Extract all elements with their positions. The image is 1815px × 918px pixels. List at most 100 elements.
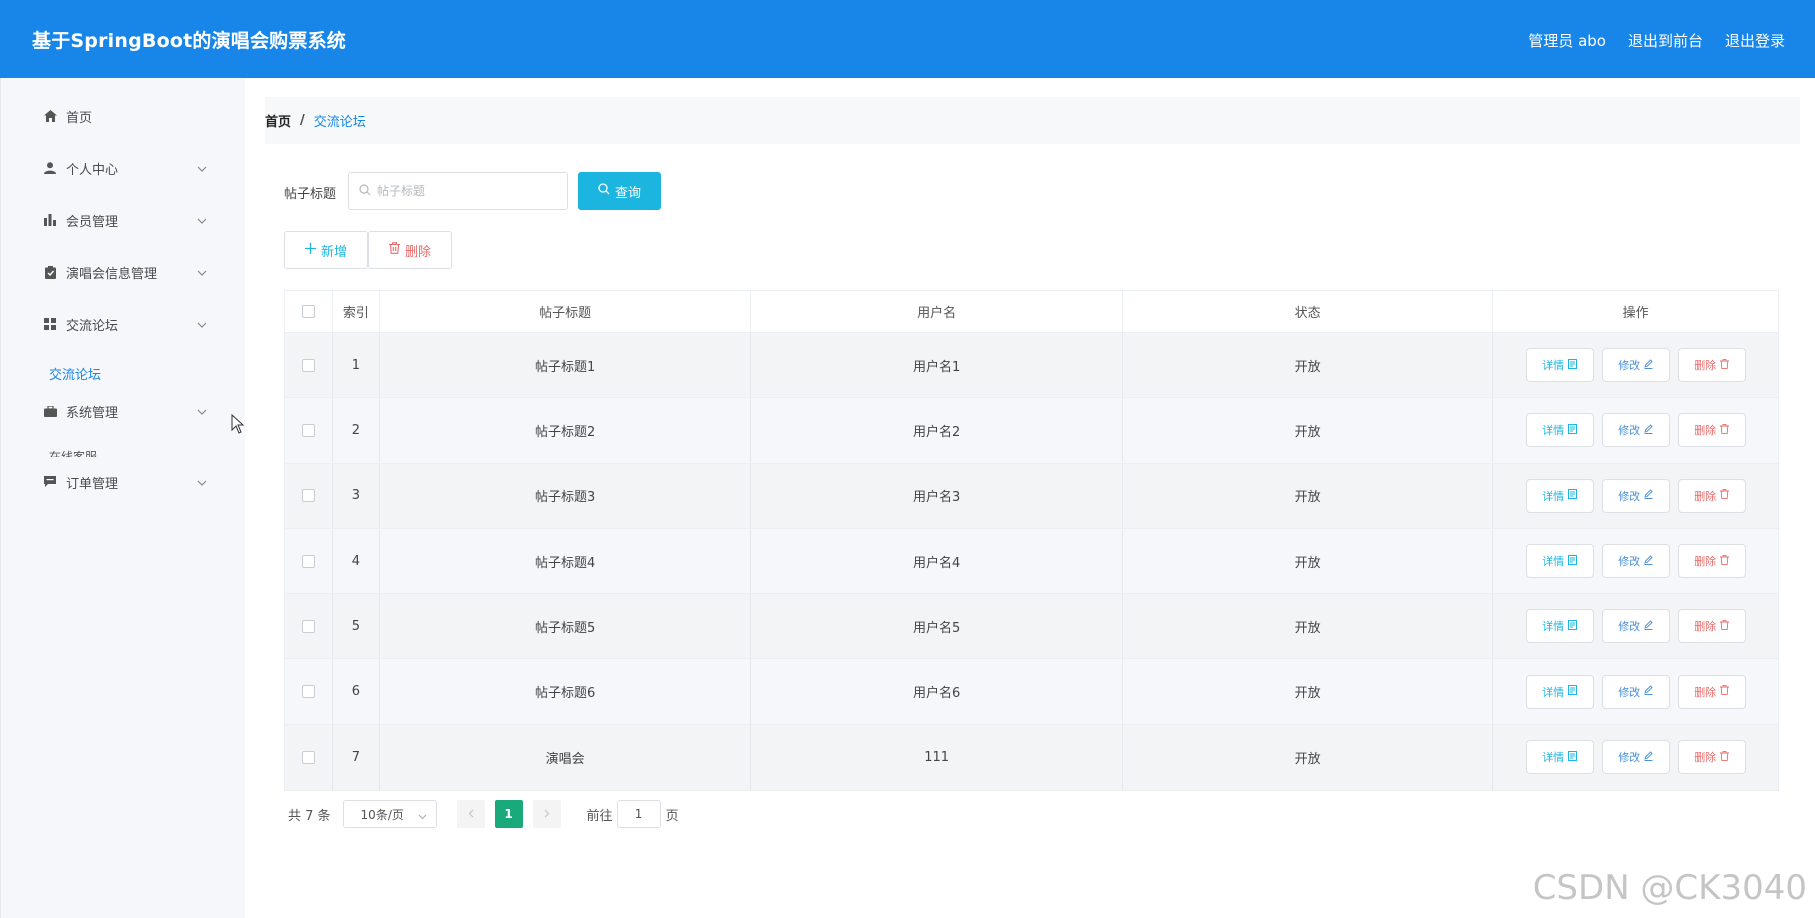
row-title: 帖子标题5 [380,594,752,659]
row-title: 帖子标题1 [380,333,752,398]
row-checkbox[interactable] [301,685,315,699]
row-username: 用户名5 [751,594,1123,659]
header-title: 帖子标题 [380,291,752,332]
sidebar-item-label: 交流论坛 [66,318,119,334]
pencil-icon [1644,685,1653,698]
delete-button-label: 删除 [1694,555,1717,569]
row-index: 6 [333,659,380,724]
page-number-current[interactable]: 1 [494,800,523,828]
document-icon [1568,554,1578,568]
breadcrumb-home[interactable]: 首页 [265,111,291,130]
delete-button[interactable]: 删除 [1677,348,1746,383]
next-page-button[interactable] [532,800,561,828]
chevron-down-icon [197,317,207,332]
sidebar-item-home[interactable]: 首页 [1,98,246,134]
trash-icon [1720,424,1730,437]
add-button[interactable]: 新增 [284,231,368,269]
row-checkbox[interactable] [301,750,315,764]
admin-user-label[interactable]: 管理员 abo [1528,30,1606,51]
row-select-cell [285,463,333,528]
row-status: 开放 [1123,659,1494,724]
delete-button[interactable]: 删除 [1677,740,1746,775]
edit-button[interactable]: 修改 [1601,348,1670,383]
edit-button-label: 修改 [1618,489,1641,503]
row-username: 用户名2 [751,398,1123,463]
detail-button[interactable]: 详情 [1525,348,1594,383]
edit-button[interactable]: 修改 [1601,609,1670,644]
chevron-down-icon [418,809,427,823]
row-username: 111 [751,724,1123,791]
breadcrumb: 首页 / 交流论坛 [265,97,1800,144]
delete-button[interactable]: 删除 [1677,609,1746,644]
trash-icon [1720,751,1730,764]
select-all-checkbox[interactable] [301,305,315,318]
edit-button[interactable]: 修改 [1601,740,1670,775]
chevron-right-icon [544,807,550,822]
clipboard-icon [43,265,57,279]
detail-button[interactable]: 详情 [1525,609,1594,644]
detail-button[interactable]: 详情 [1525,413,1594,448]
trash-icon [1720,489,1730,502]
edit-button[interactable]: 修改 [1601,413,1670,448]
sidebar-subitem-online-service[interactable]: 在线客服 [49,450,97,457]
table-row: 1 帖子标题1 用户名1 开放 详情 修改 删除 [285,333,1778,399]
row-username: 用户名6 [751,659,1123,724]
breadcrumb-separator: / [300,113,305,128]
edit-button[interactable]: 修改 [1601,674,1670,709]
query-button[interactable]: 查询 [578,172,661,210]
row-index: 2 [333,398,380,463]
sidebar-item-order-management[interactable]: 订单管理 [1,464,246,500]
row-actions: 详情 修改 删除 [1493,529,1778,593]
message-icon [43,475,57,489]
detail-button-label: 详情 [1542,359,1565,373]
table-row: 3 帖子标题3 用户名3 开放 详情 修改 删除 [285,463,1778,529]
sidebar-item-member-management[interactable]: 会员管理 [1,202,246,238]
row-checkbox[interactable] [301,619,315,633]
sidebar-subitem-forum[interactable]: 交流论坛 [49,364,101,383]
goto-suffix: 页 [665,808,679,824]
goto-page-input[interactable]: 1 [616,800,661,828]
briefcase-icon [43,404,57,418]
sidebar-item-concert-info[interactable]: 演唱会信息管理 [1,254,246,290]
document-icon [1568,750,1578,764]
search-input[interactable] [377,181,557,201]
delete-button[interactable]: 删除 [1677,544,1746,579]
table-row: 2 帖子标题2 用户名2 开放 详情 修改 删除 [285,398,1778,464]
row-actions: 详情 修改 删除 [1493,398,1778,462]
detail-button[interactable]: 详情 [1525,740,1594,775]
trash-icon [1720,619,1730,633]
delete-button[interactable]: 删除 [1677,478,1746,513]
delete-button[interactable]: 删除 [1677,674,1746,709]
delete-button[interactable]: 删除 [1677,413,1746,448]
header-username: 用户名 [751,291,1123,332]
row-checkbox[interactable] [301,489,315,503]
page-size-select[interactable]: 10条/页 [342,800,437,828]
row-username: 用户名3 [751,463,1123,528]
exit-to-front-link[interactable]: 退出到前台 [1628,30,1703,51]
detail-button-label: 详情 [1542,555,1565,569]
detail-button-label: 详情 [1542,685,1565,699]
chevron-left-icon [468,807,474,822]
sidebar-item-system-management[interactable]: 系统管理 [1,393,246,429]
row-checkbox[interactable] [301,554,315,568]
batch-delete-button[interactable]: 删除 [368,231,452,269]
edit-button[interactable]: 修改 [1601,478,1670,513]
sidebar-item-personal-center[interactable]: 个人中心 [1,150,246,186]
header-links: 管理员 abo 退出到前台 退出登录 [1528,30,1785,51]
sidebar-item-forum[interactable]: 交流论坛 [1,306,246,342]
row-status: 开放 [1123,463,1494,528]
edit-button[interactable]: 修改 [1601,544,1670,579]
row-status: 开放 [1123,528,1494,594]
trash-icon [1720,554,1730,568]
row-checkbox[interactable] [301,358,315,372]
row-checkbox[interactable] [301,423,315,437]
logout-link[interactable]: 退出登录 [1725,30,1785,51]
detail-button[interactable]: 详情 [1525,478,1594,513]
detail-button[interactable]: 详情 [1525,674,1594,709]
prev-page-button[interactable] [456,800,485,828]
chevron-down-icon [197,265,207,280]
detail-button[interactable]: 详情 [1525,544,1594,579]
trash-icon [1720,358,1730,372]
table-header: 索引 帖子标题 用户名 状态 操作 [285,291,1778,333]
document-icon [1568,619,1578,633]
